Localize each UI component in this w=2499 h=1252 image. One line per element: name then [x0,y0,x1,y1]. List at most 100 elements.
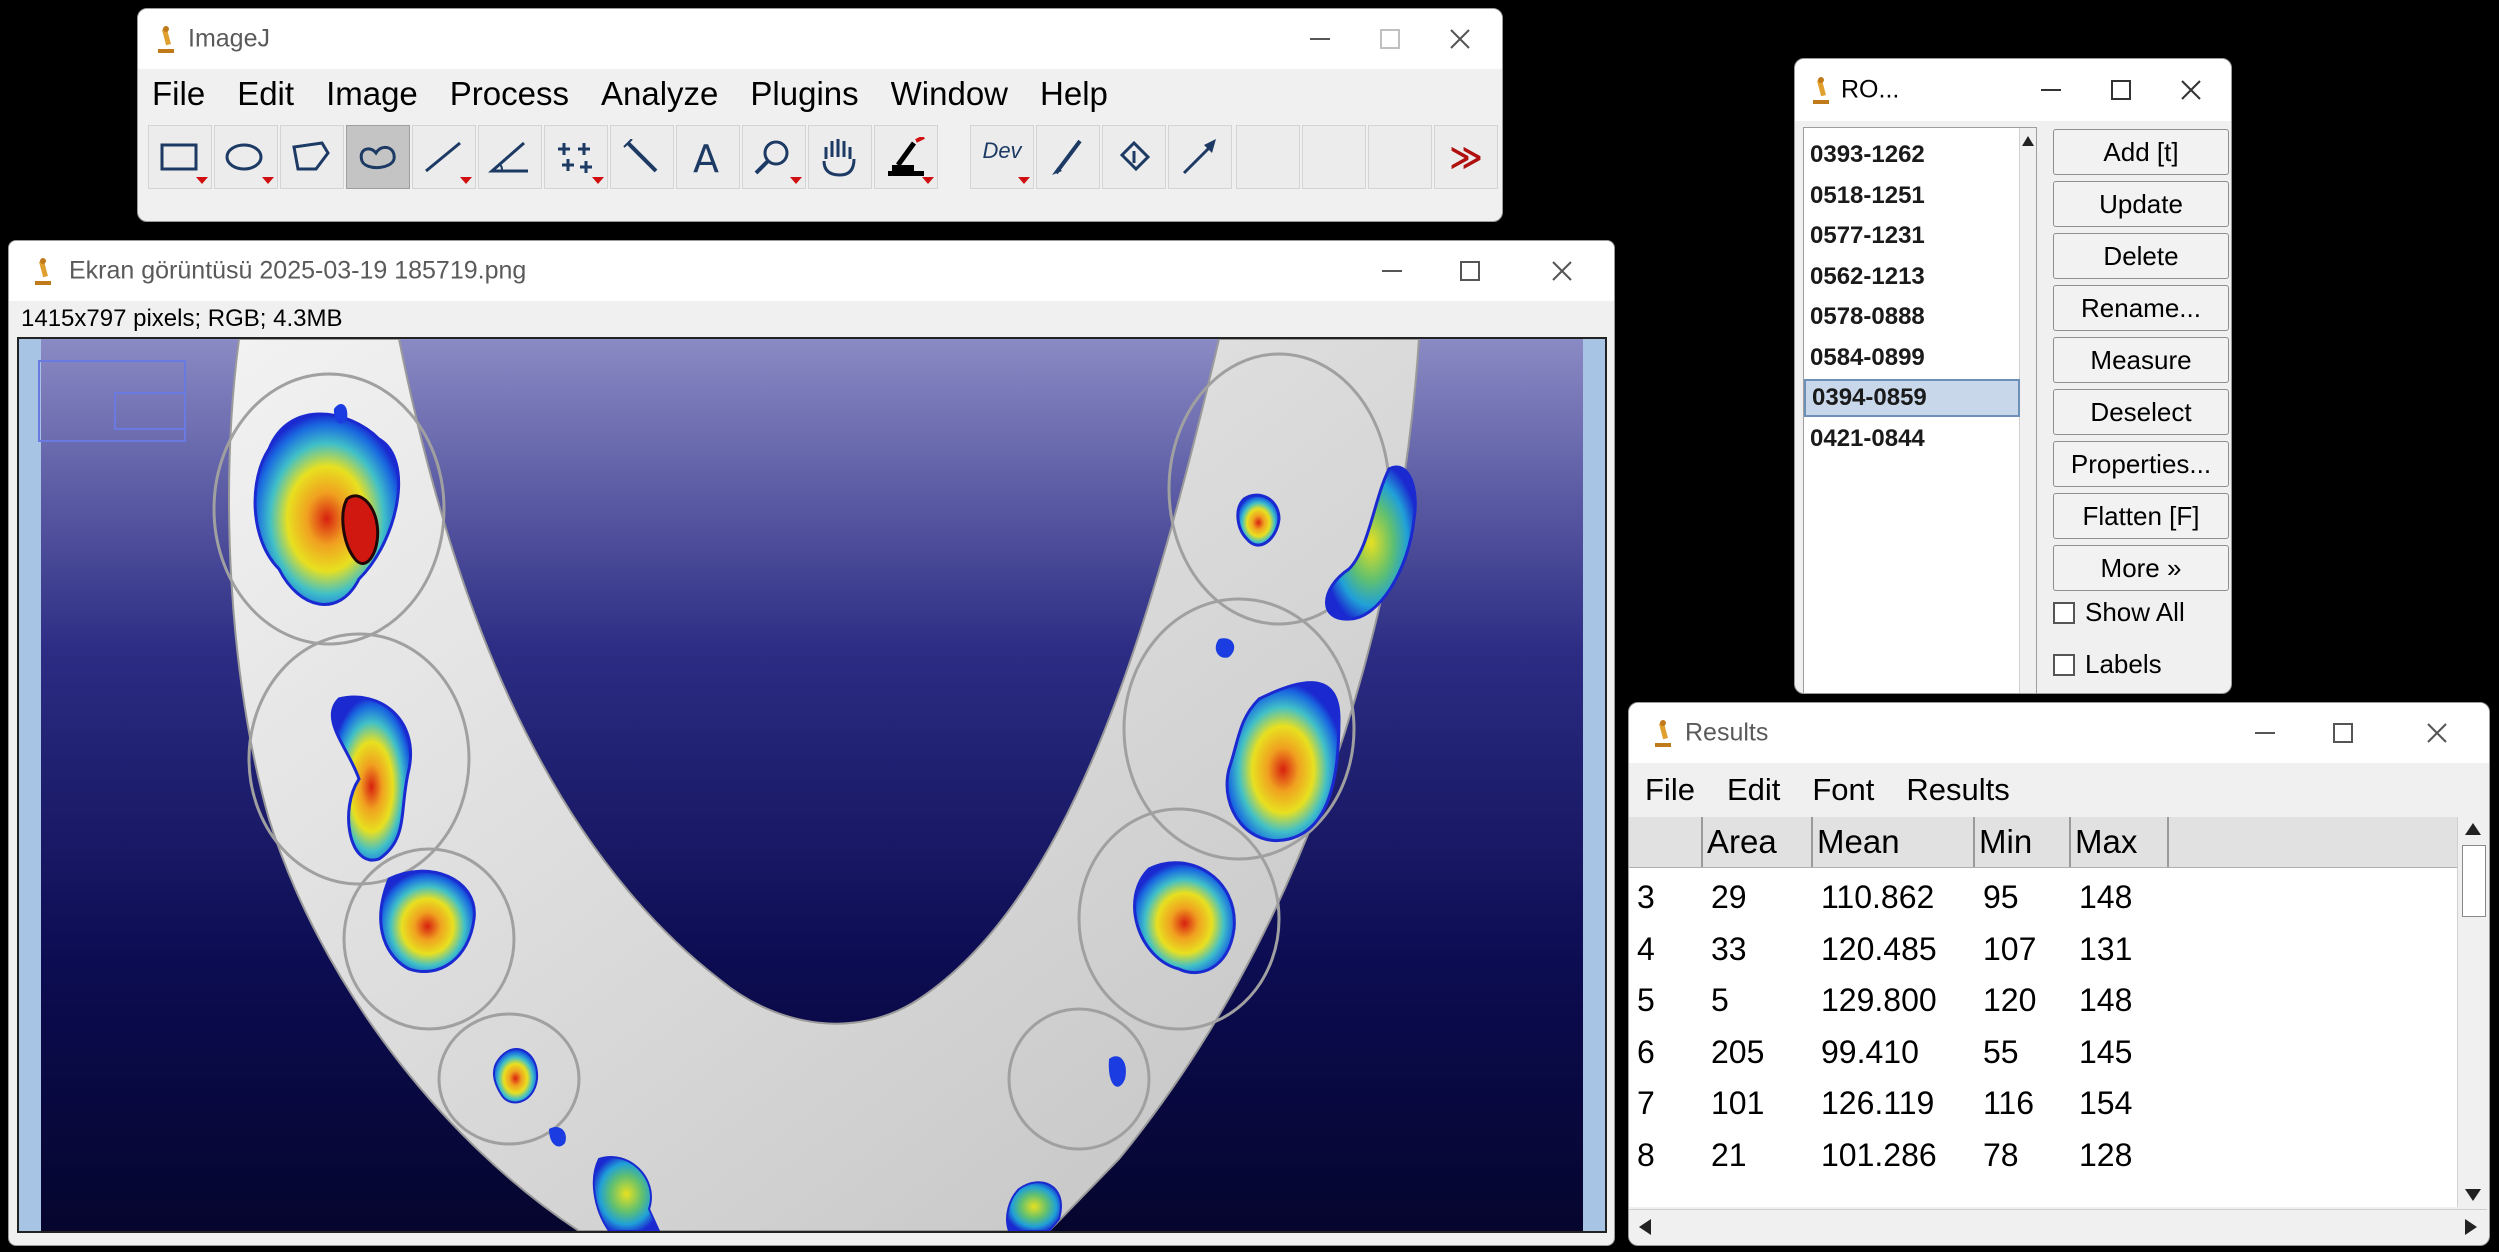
rename-button[interactable]: Rename... [2053,285,2229,331]
table-row[interactable]: 8 21 101.286 78 128 [1629,1129,2457,1181]
minimize-button[interactable] [2233,703,2297,763]
table-row[interactable]: 7 101 126.119 116 154 [1629,1077,2457,1129]
roi-list-item[interactable]: 0394-0859 [1804,379,2020,417]
image-window-title-bar[interactable]: Ekran görüntüsü 2025-03-19 185719.png [9,241,1614,301]
brush-tool-icon[interactable] [1036,125,1100,189]
results-title-bar[interactable]: Results [1629,703,2489,763]
results-menu-edit[interactable]: Edit [1727,772,1780,808]
rectangle-tool-icon[interactable] [148,125,212,189]
polygon-tool-icon[interactable] [280,125,344,189]
close-button[interactable] [2159,59,2223,121]
results-menu-font[interactable]: Font [1812,772,1874,808]
update-button[interactable]: Update [2053,181,2229,227]
hand-tool-icon[interactable] [808,125,872,189]
more-button[interactable]: More » [2053,545,2229,591]
line-tool-icon[interactable] [412,125,476,189]
table-cell: 110.862 [1821,879,1935,915]
freehand-tool-icon[interactable] [346,125,410,189]
minimize-icon [2041,89,2061,91]
close-button[interactable] [2405,703,2469,763]
menu-item-analyze[interactable]: Analyze [601,75,718,113]
checkbox-box[interactable] [2053,653,2075,676]
table-row[interactable]: 6 205 99.410 55 145 [1629,1026,2457,1078]
multipoint-tool-icon[interactable] [544,125,608,189]
color-picker-icon[interactable] [874,125,938,189]
roi-list-item[interactable]: 0393-1262 [1804,136,2020,174]
column-header[interactable]: Mean [1813,817,1975,867]
close-button[interactable] [1428,9,1492,69]
wand-tool-icon[interactable] [610,125,674,189]
scroll-left-icon[interactable] [1633,1210,1657,1244]
empty-tool-slot[interactable] [1368,125,1432,189]
results-menu-file[interactable]: File [1645,772,1695,808]
empty-tool-slot[interactable] [1302,125,1366,189]
empty-tool-slot[interactable] [1236,125,1300,189]
column-header[interactable]: Max [2071,817,2169,867]
dental-scan-image [19,339,1605,1231]
imagej-menu-bar: File Edit Image Process Analyze Plugins Window… [138,73,1502,115]
menu-item-file[interactable]: File [152,75,205,113]
deselect-button[interactable]: Deselect [2053,389,2229,435]
results-menu-results[interactable]: Results [1906,772,2009,808]
roi-list-item[interactable]: 0584-0899 [1804,339,2020,377]
results-table[interactable]: Area Mean Min Max 3 29 110.862 95 148 4 33 120.485… [1629,817,2457,1207]
menu-item-help[interactable]: Help [1040,75,1108,113]
delete-button[interactable]: Delete [2053,233,2229,279]
roi-list[interactable]: 0393-1262 0518-1251 0577-1231 0562-1213 0578… [1803,127,2037,693]
imagej-title-bar[interactable]: ImageJ [138,9,1502,69]
scroll-thumb[interactable] [2462,845,2486,917]
results-horizontal-scrollbar[interactable] [1629,1209,2487,1244]
image-canvas[interactable] [17,337,1607,1233]
minimize-icon [1382,270,1402,272]
add-t-button[interactable]: Add [t] [2053,129,2229,175]
table-row[interactable]: 4 33 120.485 107 131 [1629,923,2457,975]
menu-item-plugins[interactable]: Plugins [750,75,858,113]
magnifier-tool-icon[interactable] [742,125,806,189]
roi-list-item[interactable]: 0577-1231 [1804,217,2020,255]
maximize-button[interactable] [2089,59,2153,121]
column-header[interactable] [1629,817,1703,867]
measure-button[interactable]: Measure [2053,337,2229,383]
results-vertical-scrollbar[interactable] [2457,817,2488,1207]
maximize-button[interactable] [1438,241,1502,301]
scroll-down-icon[interactable] [2458,1183,2488,1207]
menu-item-edit[interactable]: Edit [237,75,294,113]
column-header[interactable]: Area [1703,817,1813,867]
labels-checkbox[interactable]: Labels [2053,649,2162,680]
imagej-microscope-icon [35,258,51,285]
scroll-up-icon[interactable] [2458,817,2488,841]
roi-list-item[interactable]: 0518-1251 [1804,177,2020,215]
roi-list-item[interactable]: 0578-0888 [1804,298,2020,336]
minimize-button[interactable] [1360,241,1424,301]
checkbox-box[interactable] [2053,601,2075,624]
roi-manager-title: RO... [1841,75,1900,104]
developer-menu-icon[interactable]: Dev [970,125,1034,189]
menu-item-window[interactable]: Window [891,75,1008,113]
table-row[interactable]: 3 29 110.862 95 148 [1629,871,2457,923]
table-cell: 126.119 [1821,1085,1935,1121]
maximize-button[interactable] [2311,703,2375,763]
roi-list-item[interactable]: 0421-0844 [1804,420,2020,458]
text-tool-icon[interactable]: A [676,125,740,189]
oval-tool-icon[interactable] [214,125,278,189]
more-tools-button[interactable]: ≫ [1434,125,1498,189]
minimize-button[interactable] [2019,59,2083,121]
arrow-tool-icon[interactable] [1168,125,1232,189]
roi-list-item[interactable]: 0562-1213 [1804,258,2020,296]
roi-manager-title-bar[interactable]: RO... [1795,59,2231,121]
column-header[interactable]: Min [1975,817,2071,867]
minimize-button[interactable] [1288,9,1352,69]
table-row[interactable]: 5 5 129.800 120 148 [1629,974,2457,1026]
show-all-checkbox[interactable]: Show All [2053,597,2185,628]
properties-button[interactable]: Properties... [2053,441,2229,487]
menu-item-image[interactable]: Image [326,75,418,113]
maximize-button[interactable] [1358,9,1422,69]
menu-item-process[interactable]: Process [450,75,569,113]
scroll-right-icon[interactable] [2459,1210,2483,1244]
angle-tool-icon[interactable] [478,125,542,189]
roi-list-scrollbar[interactable] [2019,128,2036,693]
flatten-f-button[interactable]: Flatten [F] [2053,493,2229,539]
flood-fill-icon[interactable] [1102,125,1166,189]
close-button[interactable] [1530,241,1594,301]
scroll-up-icon[interactable] [2020,132,2036,152]
